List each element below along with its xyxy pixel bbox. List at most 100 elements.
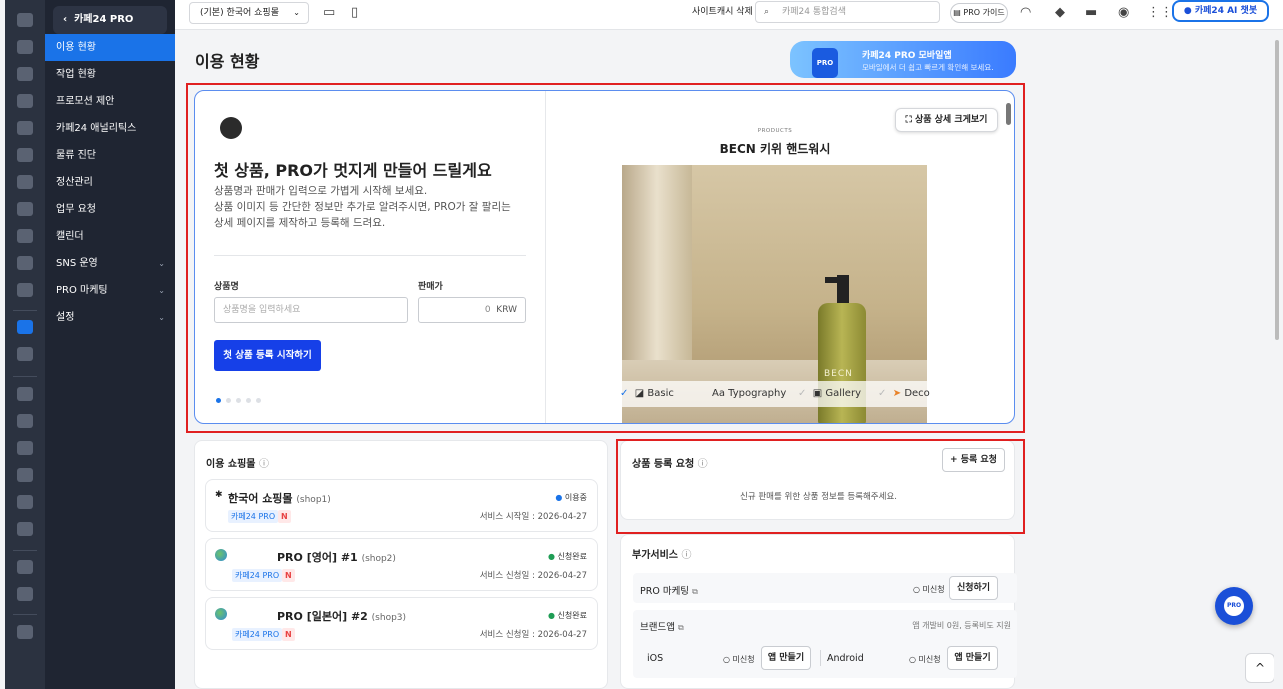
desktop-icon[interactable]: ▭ (323, 4, 335, 22)
palette-icon[interactable] (17, 175, 33, 189)
shops-title: 이용 쇼핑몰 ⓘ (206, 455, 269, 470)
table-icon[interactable] (17, 256, 33, 270)
android-make-app-button[interactable]: 앱 만들기 (947, 646, 998, 670)
scroll-to-top-button[interactable]: ^ (1245, 653, 1275, 683)
sidebar-item[interactable]: 이용 현황 (45, 34, 175, 61)
shop-name: 한국어 쇼핑몰 (shop1) (228, 490, 331, 506)
shop-select-value: (기본) 한국어 쇼핑몰 (200, 8, 279, 18)
sidebar-item[interactable]: 프로모션 제안 (45, 88, 175, 115)
sidebar-item[interactable]: PRO 마케팅 ⌄ (45, 277, 175, 304)
shop-item[interactable]: ✱ 한국어 쇼핑몰 (shop1) 카페24 PRO N ● 이용중 서비스 시작일 : … (205, 479, 598, 532)
shop-status: ● 신청완료 (548, 610, 587, 621)
sidebar-item[interactable]: 작업 현황 (45, 61, 175, 88)
status-dot: ● (548, 611, 555, 620)
shop-status-text: 신청완료 (557, 552, 587, 561)
icon-rail (5, 0, 45, 689)
chevron-down-icon: ⌄ (158, 259, 165, 268)
settings-icon[interactable] (17, 625, 33, 639)
chevron-down-icon: ⌄ (158, 286, 165, 295)
sidebar-item[interactable]: 카페24 애널리틱스 (45, 115, 175, 142)
board-icon[interactable] (17, 148, 33, 162)
pro-guide-label: PRO 가이드 (963, 8, 1005, 17)
shop-status: ● 신청완료 (548, 551, 587, 562)
video-icon[interactable] (17, 414, 33, 428)
shop-id: (shop3) (371, 613, 407, 623)
marketing-label-text: PRO 마케팅 (640, 586, 690, 597)
sidebar-item[interactable]: 업무 요청 (45, 196, 175, 223)
search-input[interactable]: ⌕ 카페24 통합검색 (755, 1, 940, 23)
truck-icon[interactable] (17, 387, 33, 401)
page-title: 이용 현황 (195, 52, 260, 71)
brand-app-note: 앱 개발비 0원, 등록비도 지원 (912, 621, 1011, 630)
shop-item[interactable]: PRO [영어] #1 (shop2) 카페24 PRO N ● 신청완료 서비스 신청… (205, 538, 598, 591)
ios-status-text: 미신청 (732, 655, 755, 664)
folder-icon[interactable] (17, 587, 33, 601)
shop-status-text: 이용중 (564, 493, 587, 502)
sidebar-item-label: SNS 운영 (56, 258, 98, 269)
external-link-icon[interactable]: ⧉ (692, 587, 698, 596)
globe-icon[interactable] (17, 347, 33, 361)
sidebar-item-label: 작업 현황 (56, 69, 96, 80)
shop-date: 서비스 신청일 : 2026-04-27 (479, 630, 587, 640)
promotion-icon[interactable] (17, 202, 33, 216)
shop-status-text: 신청완료 (557, 611, 587, 620)
pro-guide-button[interactable]: ▤ PRO 가이드 (950, 3, 1008, 23)
sidebar-item[interactable]: 캘린더 (45, 223, 175, 250)
shops-card: 이용 쇼핑몰 ⓘ ✱ 한국어 쇼핑몰 (shop1) 카페24 PRO N ● 이용중 서… (194, 440, 608, 689)
page-scrollbar-thumb[interactable] (1275, 40, 1279, 340)
app-icon[interactable] (17, 283, 33, 297)
apps-icon[interactable] (17, 560, 33, 574)
sidebar-item-label: 프로모션 제안 (56, 96, 115, 107)
apps-grid-icon[interactable]: ⋮⋮ (1147, 4, 1173, 22)
android-label: Android (827, 653, 864, 664)
android-status-text: 미신청 (918, 655, 941, 664)
top-bar: (기본) 한국어 쇼핑몰 ⌄ ▭ ▯ 사이트캐시 삭제 ⌕ 카페24 통합검색 ▤ … (175, 0, 1283, 30)
sidebar-item[interactable]: 정산관리 (45, 169, 175, 196)
chat-icon[interactable] (17, 121, 33, 135)
highlight-request (616, 439, 1025, 534)
store-icon[interactable] (17, 522, 33, 536)
globe-icon (215, 549, 227, 561)
mobile-icon[interactable]: ▯ (351, 4, 358, 22)
pro-tag: 카페24 PRO (228, 510, 279, 523)
cart-icon[interactable] (17, 40, 33, 54)
highlight-hero (186, 83, 1025, 433)
shops-title-text: 이용 쇼핑몰 (206, 459, 256, 470)
banner-subtitle: 모바일에서 더 쉽고 빠르게 확인해 보세요. (862, 63, 994, 72)
shop-select[interactable]: (기본) 한국어 쇼핑몰 ⌄ (189, 2, 309, 24)
globe-icon (215, 608, 227, 620)
sidebar-item[interactable]: 물류 진단 (45, 142, 175, 169)
ios-label: iOS (647, 653, 664, 664)
shop-id: (shop2) (361, 554, 396, 564)
brand-app-label: 브랜드앱 ⧉ (640, 619, 684, 633)
ai-chatbot-button[interactable]: ● 카페24 AI 챗봇 (1172, 0, 1269, 22)
building-icon[interactable] (17, 495, 33, 509)
sidebar-item[interactable]: SNS 운영 ⌄ (45, 250, 175, 277)
chart-icon[interactable] (17, 229, 33, 243)
person-icon[interactable] (17, 94, 33, 108)
mobile-app-banner[interactable]: PRO 카페24 PRO 모바일앱 모바일에서 더 쉽고 빠르게 확인해 보세요… (790, 41, 1016, 78)
megaphone-icon[interactable] (17, 468, 33, 482)
pro-icon[interactable] (17, 320, 33, 334)
help-icon[interactable]: ⓘ (259, 459, 269, 470)
ios-make-app-button[interactable]: 앱 만들기 (761, 646, 811, 670)
external-link-icon[interactable]: ⧉ (678, 623, 684, 632)
home-icon[interactable] (17, 13, 33, 27)
cache-clear-link[interactable]: 사이트캐시 삭제 (692, 0, 753, 24)
account-icon[interactable]: ◉ (1118, 4, 1129, 22)
headset-icon[interactable]: ◠ (1020, 4, 1031, 22)
fab-label: PRO (1224, 596, 1244, 616)
sidebar-back-button[interactable]: ‹ 카페24 PRO (53, 6, 167, 34)
ai-chatbot-label: 카페24 AI 챗봇 (1194, 6, 1258, 16)
shirt-icon[interactable] (17, 67, 33, 81)
bell-icon[interactable]: ◆ (1055, 4, 1065, 22)
bag-icon[interactable] (17, 441, 33, 455)
help-icon[interactable]: ⓘ (681, 550, 691, 561)
shop-date: 서비스 신청일 : 2026-04-27 (479, 571, 587, 581)
sidebar-item-label: 캘린더 (56, 231, 84, 242)
sidebar-item[interactable]: 설정 ⌄ (45, 304, 175, 331)
shop-item[interactable]: PRO [일본어] #2 (shop3) 카페24 PRO N ● 신청완료 서비스 신… (205, 597, 598, 650)
pro-chat-fab[interactable]: PRO (1215, 587, 1253, 625)
bookmark-icon[interactable]: ▬ (1085, 4, 1097, 22)
marketing-apply-button[interactable]: 신청하기 (949, 576, 998, 600)
